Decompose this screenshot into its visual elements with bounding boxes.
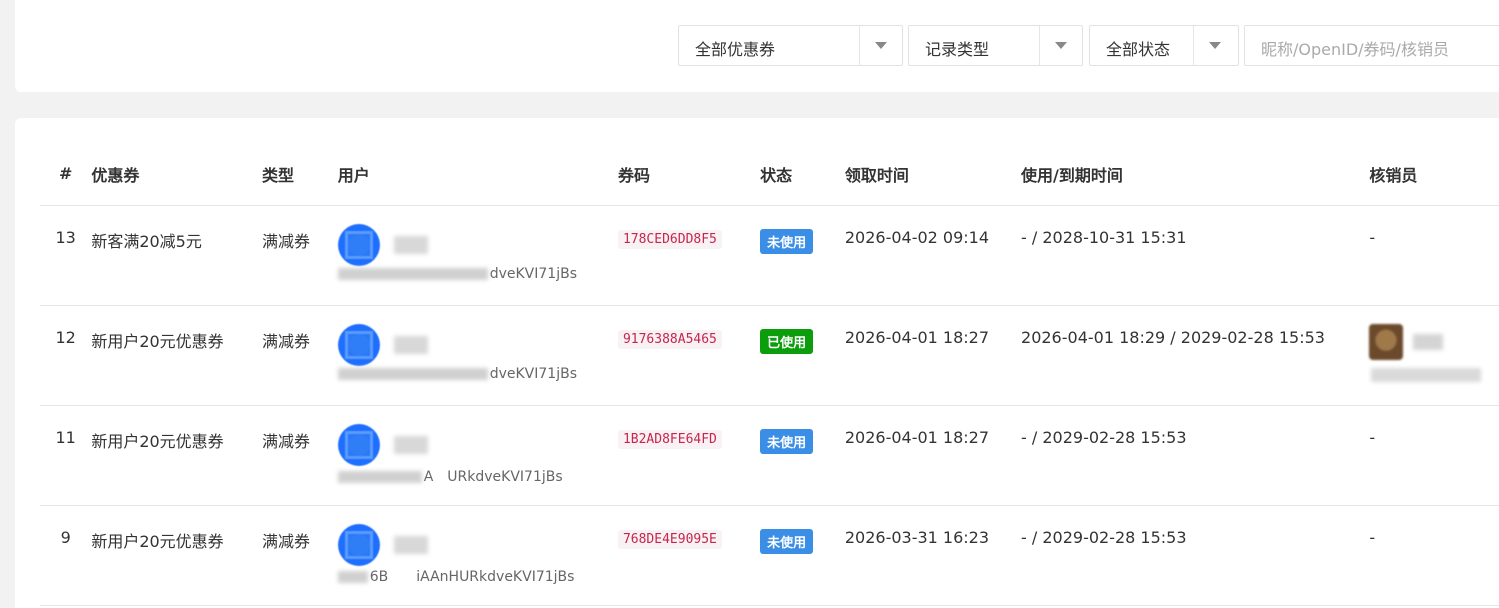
row-id: 12	[55, 328, 76, 347]
verifier-avatar	[1369, 324, 1404, 360]
coupon-filter-value: 全部优惠券	[695, 40, 776, 59]
row-id: 11	[55, 428, 76, 447]
avatar	[337, 524, 380, 566]
col-header-use-expire-time: 使用/到期时间	[1021, 142, 1370, 206]
status-badge: 未使用	[760, 529, 814, 554]
coupon-code: 9176388A5465	[617, 330, 722, 349]
row-claim-time: 2026-04-01 18:27	[844, 328, 990, 347]
row-id: 13	[55, 228, 76, 247]
record-type-dropdown-button[interactable]	[1039, 26, 1082, 65]
row-type: 满减券	[262, 432, 311, 451]
record-type-filter-value: 记录类型	[925, 40, 990, 59]
table-header-row: # 优惠券 类型 用户 券码 状态 领取时间 使用/到期时间 核销员	[40, 142, 1499, 206]
coupon-code: 178CED6DD8F5	[617, 230, 722, 249]
coupon-filter-dropdown-button[interactable]	[859, 26, 902, 65]
verifier-openid-blurred	[1371, 368, 1482, 382]
status-badge: 未使用	[760, 429, 814, 454]
record-type-filter-select[interactable]: 记录类型	[908, 25, 1083, 66]
row-coupon: 新用户20元优惠券	[91, 332, 224, 351]
table-row: 9 新用户20元优惠券 满减券 6B iAAnHURkdveKVI71jBs 7…	[40, 505, 1499, 606]
user-openid: dveKVI71jBs	[337, 266, 577, 282]
row-use-expire-time: - / 2029-02-28 15:53	[1021, 428, 1187, 447]
caret-down-icon	[1209, 42, 1221, 49]
user-nickname-blurred	[393, 336, 428, 354]
col-header-verifier: 核销员	[1369, 142, 1499, 206]
row-coupon: 新客满20减5元	[91, 232, 202, 251]
row-verifier: -	[1369, 528, 1376, 547]
row-coupon: 新用户20元优惠券	[91, 532, 224, 551]
row-use-expire-time: 2026-04-01 18:29 / 2029-02-28 15:53	[1021, 328, 1325, 347]
row-claim-time: 2026-04-01 18:27	[844, 428, 990, 447]
row-claim-time: 2026-03-31 16:23	[844, 528, 990, 547]
col-header-status: 状态	[760, 142, 845, 206]
avatar	[337, 224, 380, 266]
col-header-code: 券码	[617, 142, 761, 206]
user-nickname-blurred	[393, 536, 428, 554]
row-use-expire-time: - / 2029-02-28 15:53	[1021, 528, 1187, 547]
status-dropdown-button[interactable]	[1193, 26, 1238, 65]
verifier-name-blurred	[1413, 334, 1444, 350]
col-header-coupon: 优惠券	[91, 142, 263, 206]
col-header-type: 类型	[262, 142, 338, 206]
user-openid: dveKVI71jBs	[337, 366, 577, 382]
row-user: 6B iAAnHURkdveKVI71jBs	[337, 506, 618, 605]
avatar	[337, 424, 380, 466]
row-type: 满减券	[262, 532, 311, 551]
coupon-code: 768DE4E9095E	[617, 530, 722, 549]
coupon-records-table: # 优惠券 类型 用户 券码 状态 领取时间 使用/到期时间 核销员 13 新客…	[40, 142, 1499, 606]
row-use-expire-time: - / 2028-10-31 15:31	[1021, 228, 1187, 247]
user-nickname-blurred	[393, 436, 428, 454]
coupon-filter-select[interactable]: 全部优惠券	[678, 25, 903, 66]
row-coupon: 新用户20元优惠券	[91, 432, 224, 451]
row-type: 满减券	[262, 232, 311, 251]
status-badge: 未使用	[760, 229, 814, 254]
caret-down-icon	[875, 42, 887, 49]
row-claim-time: 2026-04-02 09:14	[844, 228, 990, 247]
row-id: 9	[60, 528, 71, 547]
table-row: 13 新客满20减5元 满减券 dveKVI71jBs 178CED6DD8F5…	[40, 205, 1499, 306]
row-verifier: -	[1369, 228, 1376, 247]
coupon-code: 1B2AD8FE64FD	[617, 430, 722, 449]
user-openid: 6B iAAnHURkdveKVI71jBs	[337, 566, 574, 586]
status-badge: 已使用	[760, 329, 814, 354]
row-type: 满减券	[262, 332, 311, 351]
table-row: 11 新用户20元优惠券 满减券 A URkdveKVI71jBs 1B2AD8…	[40, 405, 1499, 506]
row-verifier: -	[1369, 428, 1376, 447]
search-input[interactable]: 昵称/OpenID/券码/核销员	[1244, 25, 1499, 66]
row-user: A URkdveKVI71jBs	[337, 406, 618, 505]
col-header-id: #	[40, 142, 92, 206]
row-verifier	[1369, 306, 1499, 405]
status-filter-value: 全部状态	[1106, 40, 1171, 59]
user-nickname-blurred	[393, 236, 428, 254]
avatar	[337, 324, 380, 366]
caret-down-icon	[1055, 42, 1067, 49]
user-openid: A URkdveKVI71jBs	[337, 466, 563, 486]
row-user: dveKVI71jBs	[337, 306, 618, 405]
table-row: 12 新用户20元优惠券 满减券 dveKVI71jBs 9176388A546…	[40, 305, 1499, 406]
col-header-user: 用户	[337, 142, 618, 206]
records-card: # 优惠券 类型 用户 券码 状态 领取时间 使用/到期时间 核销员 13 新客…	[15, 118, 1499, 608]
row-user: dveKVI71jBs	[337, 206, 618, 305]
status-filter-select[interactable]: 全部状态	[1089, 25, 1239, 66]
col-header-claim-time: 领取时间	[844, 142, 1022, 206]
